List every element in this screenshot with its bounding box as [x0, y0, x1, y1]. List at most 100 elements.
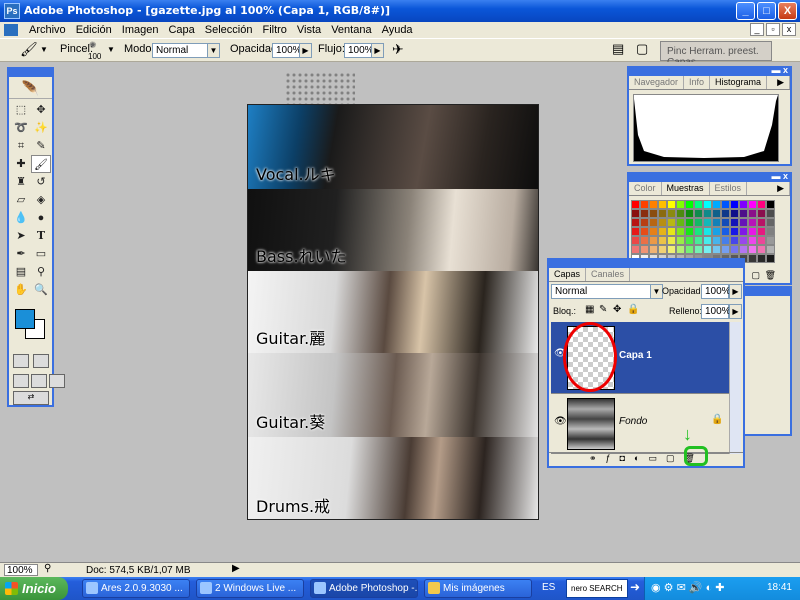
swatch[interactable] — [730, 236, 739, 245]
doc-restore-button[interactable]: ▫ — [766, 23, 780, 36]
swatch[interactable] — [730, 218, 739, 227]
swatch[interactable] — [730, 227, 739, 236]
swatch[interactable] — [640, 209, 649, 218]
swatch[interactable] — [694, 236, 703, 245]
swatch[interactable] — [694, 218, 703, 227]
screen-mode-full-menu-icon[interactable] — [31, 374, 47, 388]
swatch[interactable] — [739, 236, 748, 245]
minimize-button[interactable]: _ — [736, 2, 755, 20]
marquee-tool-icon[interactable]: ⬚ — [11, 101, 31, 119]
new-group-icon[interactable]: ▭ — [648, 453, 657, 466]
brush-picker-arrow-icon[interactable]: ▼ — [107, 45, 115, 54]
swatch[interactable] — [667, 245, 676, 254]
swatch[interactable] — [712, 227, 721, 236]
tab-navegador[interactable]: Navegador — [629, 76, 685, 89]
swatch[interactable] — [640, 236, 649, 245]
swatch[interactable] — [694, 227, 703, 236]
mode-select[interactable]: Normal — [152, 43, 208, 58]
lasso-tool-icon[interactable]: ➰ — [11, 119, 31, 137]
swatch[interactable] — [766, 218, 775, 227]
swatch[interactable] — [748, 209, 757, 218]
swatch[interactable] — [649, 209, 658, 218]
swatch[interactable] — [631, 209, 640, 218]
swatch[interactable] — [658, 227, 667, 236]
pen-tool-icon[interactable]: ✒ — [11, 245, 31, 263]
swatch[interactable] — [766, 245, 775, 254]
notes-tool-icon[interactable]: ▤ — [11, 263, 31, 281]
swatch[interactable] — [703, 209, 712, 218]
swatch[interactable] — [703, 236, 712, 245]
fill-field[interactable]: 100% — [701, 304, 731, 319]
swatch[interactable] — [748, 218, 757, 227]
panel-close-icon[interactable]: ▬ x — [771, 65, 788, 75]
swatch[interactable] — [757, 236, 766, 245]
swatch[interactable] — [640, 218, 649, 227]
swatch[interactable] — [676, 245, 685, 254]
menu-capa[interactable]: Capa — [163, 24, 199, 36]
tool-preset-arrow-icon[interactable]: ▼ — [40, 45, 48, 54]
tab-muestras[interactable]: Muestras — [661, 182, 710, 195]
swatch[interactable] — [649, 227, 658, 236]
swatch[interactable] — [631, 236, 640, 245]
swatch[interactable] — [667, 236, 676, 245]
adjustment-layer-icon[interactable]: ◐ — [634, 453, 639, 466]
fill-arrow-icon[interactable]: ▶ — [729, 304, 742, 319]
healing-brush-icon[interactable]: ✚ — [11, 155, 31, 173]
swatch[interactable] — [757, 200, 766, 209]
clone-stamp-icon[interactable]: ♜ — [11, 173, 31, 191]
history-brush-icon[interactable]: ↺ — [31, 173, 51, 191]
type-tool-icon[interactable]: T — [31, 227, 51, 245]
swatch[interactable] — [703, 200, 712, 209]
menu-edicion[interactable]: Edición — [71, 24, 117, 36]
task-mis-imagenes[interactable]: Mis imágenes — [424, 579, 532, 598]
file-browser-icon[interactable]: ▢ — [636, 41, 648, 57]
swatch[interactable] — [676, 218, 685, 227]
menu-ayuda[interactable]: Ayuda — [377, 24, 418, 36]
swatch[interactable] — [685, 218, 694, 227]
panel-close-icon[interactable]: ▬ x — [771, 171, 788, 181]
swatch[interactable] — [631, 245, 640, 254]
swatch[interactable] — [640, 227, 649, 236]
paint-bucket-icon[interactable]: ◈ — [31, 191, 51, 209]
path-select-icon[interactable]: ➤ — [11, 227, 31, 245]
document-icon[interactable] — [4, 24, 18, 36]
zoom-tool-icon[interactable]: 🔍 — [31, 281, 51, 299]
swatch[interactable] — [649, 245, 658, 254]
eye-icon[interactable]: 👁 — [554, 416, 567, 427]
swatch[interactable] — [712, 218, 721, 227]
swatch[interactable] — [694, 200, 703, 209]
task-ares[interactable]: Ares 2.0.9.3030 ... — [82, 579, 190, 598]
magic-wand-icon[interactable]: ✨ — [31, 119, 51, 137]
jump-to-imageready-icon[interactable]: ⇄ — [13, 391, 49, 405]
swatch[interactable] — [721, 218, 730, 227]
palette-well-icon[interactable]: ▤ — [612, 41, 624, 57]
swatch[interactable] — [712, 236, 721, 245]
swatch[interactable] — [766, 200, 775, 209]
eraser-tool-icon[interactable]: ▱ — [11, 191, 31, 209]
swatch[interactable] — [703, 218, 712, 227]
swatch[interactable] — [757, 227, 766, 236]
swatch[interactable] — [721, 236, 730, 245]
swatch[interactable] — [685, 209, 694, 218]
swatch[interactable] — [748, 200, 757, 209]
swatch[interactable] — [712, 200, 721, 209]
close-button[interactable]: X — [778, 2, 797, 20]
mode-dropdown-arrow-icon[interactable]: ▼ — [207, 43, 220, 58]
swatch[interactable] — [676, 227, 685, 236]
swatch[interactable] — [739, 218, 748, 227]
tab-canales[interactable]: Canales — [586, 268, 631, 281]
new-layer-icon[interactable]: ▢ — [666, 453, 675, 466]
swatch[interactable] — [757, 254, 766, 263]
flow-arrow-icon[interactable]: ▶ — [371, 43, 384, 58]
status-arrow-icon[interactable]: ▶ — [232, 563, 240, 574]
swatch[interactable] — [676, 200, 685, 209]
nero-search-box[interactable]: nero SEARCH — [566, 579, 628, 598]
swatch[interactable] — [703, 245, 712, 254]
layer-name-fondo[interactable]: Fondo — [619, 416, 647, 427]
lock-transparency-icon[interactable]: ▦ — [585, 304, 594, 315]
panel-menu-arrow-icon[interactable]: ▶ — [772, 76, 790, 89]
swatch[interactable] — [658, 200, 667, 209]
menu-archivo[interactable]: Archivo — [24, 24, 71, 36]
quick-mask-icon[interactable] — [33, 354, 49, 368]
menu-filtro[interactable]: Filtro — [257, 24, 291, 36]
